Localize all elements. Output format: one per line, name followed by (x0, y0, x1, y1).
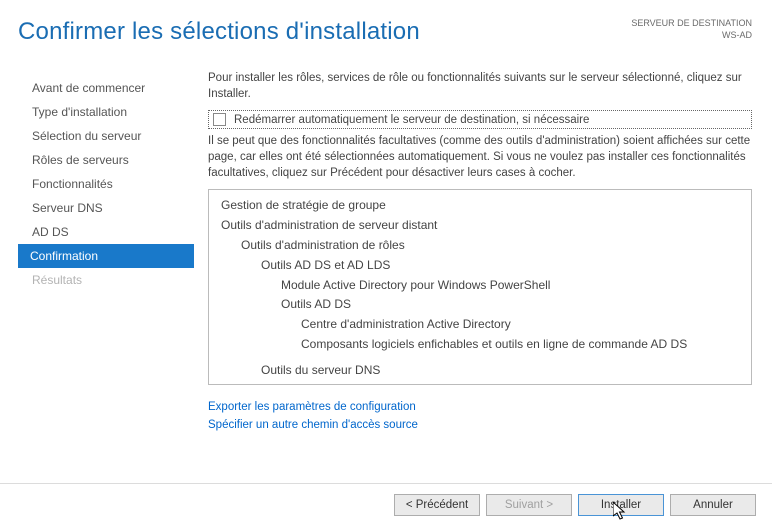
footer: < Précédent Suivant > Installer Annuler (0, 483, 772, 526)
page-title: Confirmer les sélections d'installation (18, 18, 420, 46)
install-button-label: Installer (601, 499, 641, 511)
tree-item: Composants logiciels enfichables et outi… (217, 335, 743, 355)
destination-block: SERVEUR DE DESTINATION WS-AD (631, 18, 752, 41)
sidebar-item-server-roles[interactable]: Rôles de serveurs (20, 148, 194, 172)
destination-label: SERVEUR DE DESTINATION (631, 18, 752, 30)
tree-item: Outils du serveur DNS (217, 361, 743, 381)
tree-item: Outils d'administration de rôles (217, 236, 743, 256)
sidebar-item-results: Résultats (20, 268, 194, 292)
next-button-label: Suivant > (505, 499, 553, 511)
note-text: Il se peut que des fonctionnalités facul… (208, 133, 752, 181)
destination-name: WS-AD (631, 30, 752, 42)
tree-item: Outils AD DS (217, 295, 743, 315)
sidebar-item-before-begin[interactable]: Avant de commencer (20, 76, 194, 100)
content-area: Pour installer les rôles, services de rô… (194, 68, 772, 464)
tree-item: Gestion de stratégie de groupe (217, 196, 743, 216)
restart-checkbox[interactable] (213, 113, 226, 126)
tree-item: Module Active Directory pour Windows Pow… (217, 276, 743, 296)
sidebar-item-install-type[interactable]: Type d'installation (20, 100, 194, 124)
install-button[interactable]: Installer (578, 494, 664, 516)
sidebar-item-dns-server[interactable]: Serveur DNS (20, 196, 194, 220)
config-links: Exporter les paramètres de configuration… (208, 399, 752, 434)
alt-source-link[interactable]: Spécifier un autre chemin d'accès source (208, 417, 752, 434)
sidebar-item-features[interactable]: Fonctionnalités (20, 172, 194, 196)
selections-tree[interactable]: Gestion de stratégie de groupe Outils d'… (208, 189, 752, 385)
export-config-link[interactable]: Exporter les paramètres de configuration (208, 399, 752, 416)
sidebar-item-confirmation[interactable]: Confirmation (18, 244, 194, 268)
previous-button[interactable]: < Précédent (394, 494, 480, 516)
tree-item: Outils d'administration de serveur dista… (217, 216, 743, 236)
cancel-button[interactable]: Annuler (670, 494, 756, 516)
sidebar-item-server-selection[interactable]: Sélection du serveur (20, 124, 194, 148)
tree-item: Outils AD DS et AD LDS (217, 256, 743, 276)
intro-text: Pour installer les rôles, services de rô… (208, 70, 752, 102)
main-area: Avant de commencer Type d'installation S… (0, 46, 772, 464)
header: Confirmer les sélections d'installation … (0, 0, 772, 46)
sidebar-item-ad-ds[interactable]: AD DS (20, 220, 194, 244)
sidebar: Avant de commencer Type d'installation S… (0, 68, 194, 464)
restart-checkbox-label: Redémarrer automatiquement le serveur de… (234, 114, 589, 126)
cancel-button-label: Annuler (693, 499, 733, 511)
tree-item: Centre d'administration Active Directory (217, 315, 743, 335)
previous-button-label: < Précédent (406, 499, 468, 511)
next-button: Suivant > (486, 494, 572, 516)
restart-checkbox-row[interactable]: Redémarrer automatiquement le serveur de… (208, 110, 752, 129)
